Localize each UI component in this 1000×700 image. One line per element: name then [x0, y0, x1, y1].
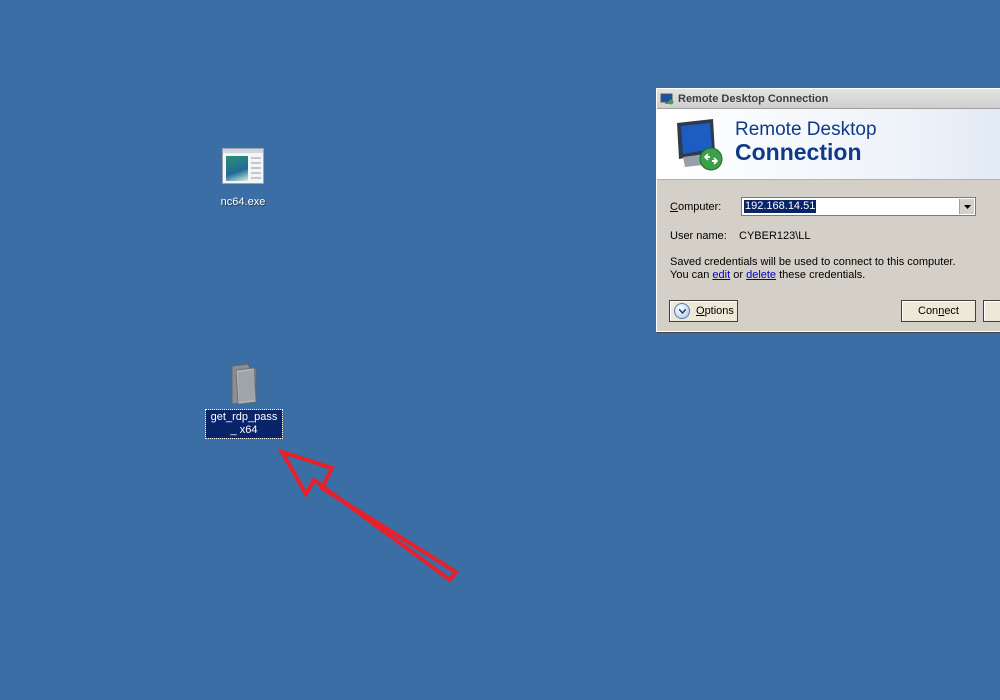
banner-title-line1: Remote Desktop: [735, 119, 877, 140]
remote-desktop-dialog: Remote Desktop Connection Remote Desktop…: [656, 88, 1000, 332]
cancel-button[interactable]: [983, 300, 1000, 322]
options-button[interactable]: Options: [669, 300, 738, 322]
combobox-dropdown-button[interactable]: [959, 199, 974, 214]
edit-credentials-link[interactable]: edit: [712, 269, 730, 281]
dialog-title: Remote Desktop Connection: [678, 92, 829, 105]
desktop-icon-get-rdp-pass[interactable]: get_rdp_pass_ x64: [204, 362, 284, 439]
computer-value: 192.168.14.51: [744, 200, 817, 213]
chevron-down-icon: [674, 303, 690, 319]
connect-label: Connect: [918, 305, 959, 317]
credentials-text-line2: You can edit or delete these credentials…: [670, 269, 866, 281]
connect-button[interactable]: Connect: [901, 300, 976, 322]
computer-label: Computer:: [670, 201, 722, 213]
username-value: CYBER123\LL: [739, 230, 811, 242]
delete-credentials-link[interactable]: delete: [746, 269, 776, 281]
monitor-icon: [677, 119, 723, 171]
rdp-small-icon: [660, 93, 674, 104]
username-label: User name:: [670, 230, 727, 242]
credentials-text-line1: Saved credentials will be used to connec…: [670, 256, 956, 268]
dialog-banner: Remote Desktop Connection: [657, 109, 1000, 180]
executable-icon: [222, 148, 264, 184]
options-label: Options: [696, 305, 734, 317]
folder-icon: [224, 362, 264, 406]
dialog-titlebar[interactable]: Remote Desktop Connection: [657, 89, 1000, 109]
desktop-icon-nc64[interactable]: nc64.exe: [203, 148, 283, 210]
banner-title-line2: Connection: [735, 139, 862, 165]
annotation-arrow: [277, 448, 459, 583]
computer-combobox[interactable]: 192.168.14.51: [741, 197, 976, 216]
desktop-icon-label: get_rdp_pass_ x64: [205, 409, 283, 439]
chevron-down-icon: [963, 204, 971, 209]
desktop-icon-label: nc64.exe: [220, 196, 266, 208]
